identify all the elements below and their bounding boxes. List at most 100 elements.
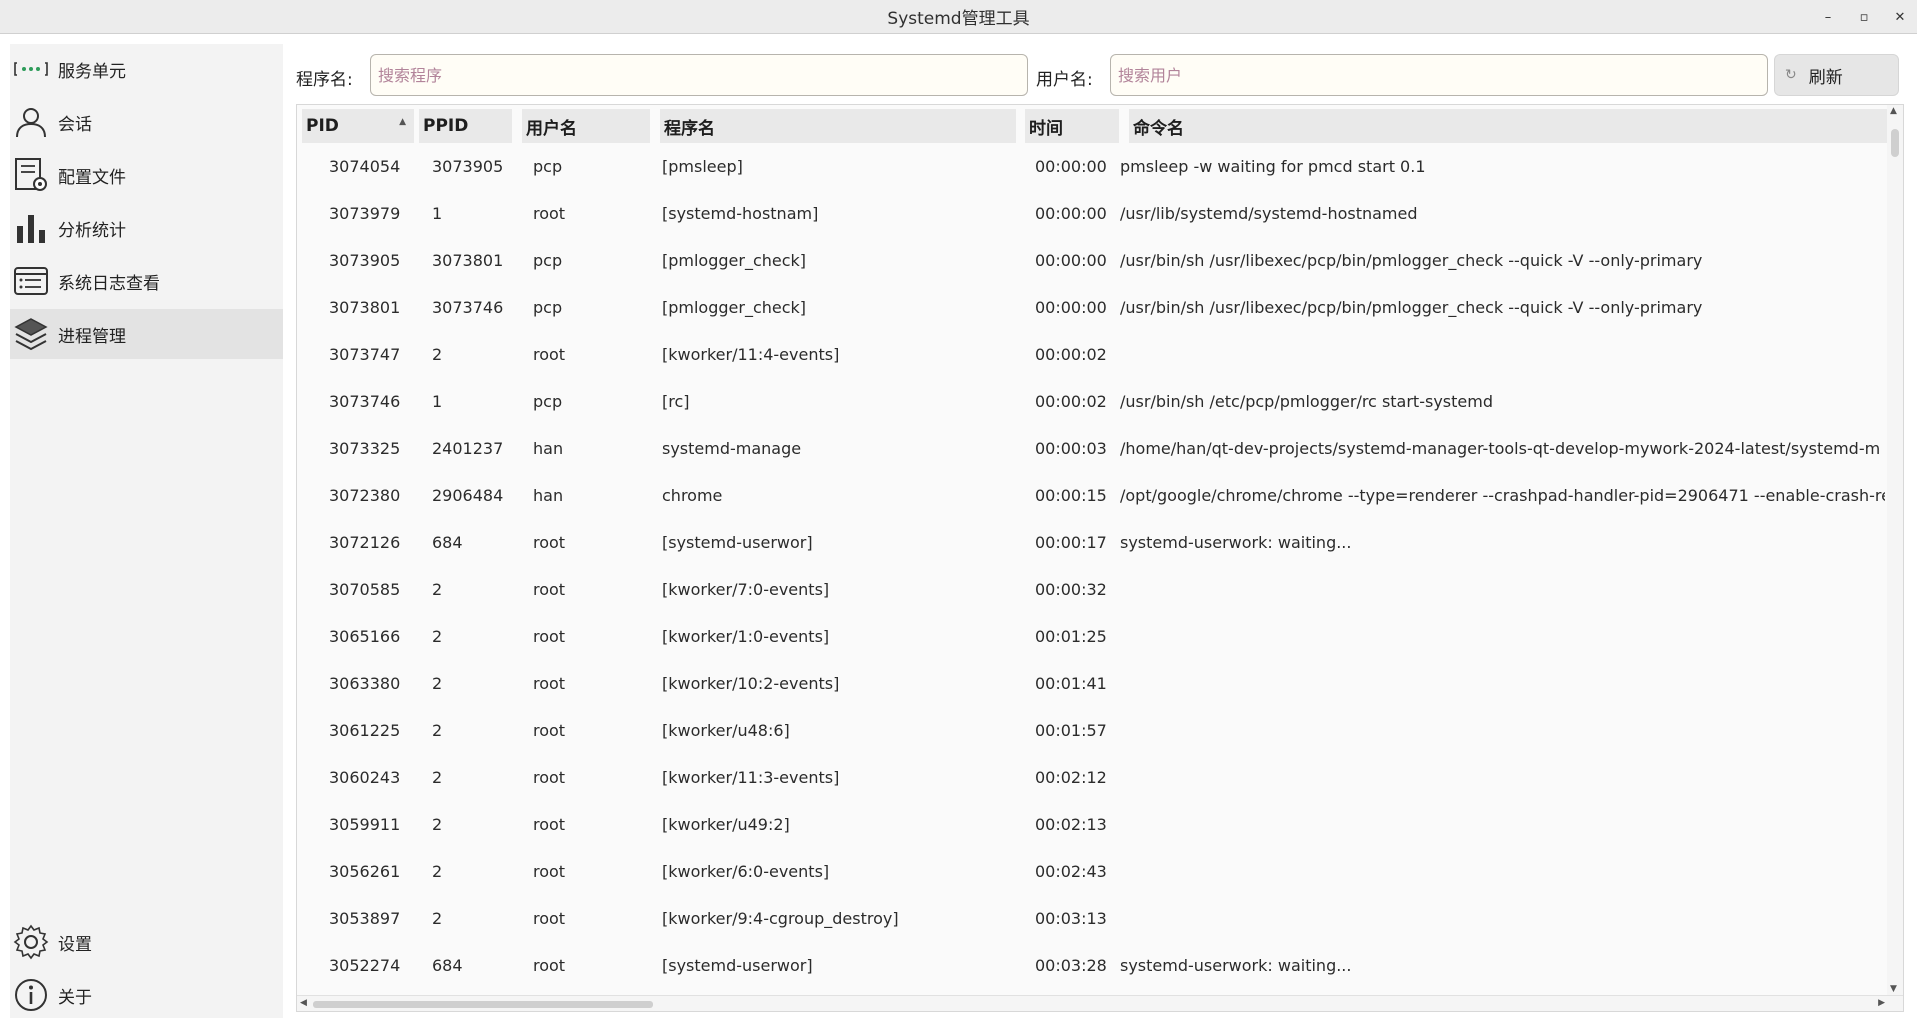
cell-program: chrome	[662, 486, 723, 505]
cell-pid: 3072380	[329, 486, 401, 505]
column-header-username[interactable]: 用户名	[522, 109, 650, 143]
cell-ppid: 2401237	[432, 439, 504, 458]
table-row[interactable]: 3065166 2 root [kworker/1:0-events] 00:01:25	[297, 613, 1887, 660]
sidebar-item-analytics[interactable]: 分析统计	[10, 203, 283, 253]
table-row[interactable]: 3072126 684 root [systemd-userwor] 00:00:17 s…	[297, 519, 1887, 566]
cell-pid: 3073325	[329, 439, 401, 458]
sidebar-item-system-log[interactable]: 系统日志查看	[10, 256, 283, 306]
table-row[interactable]: 3073801 3073746 pcp [pmlogger_check] 00:00:0…	[297, 284, 1887, 331]
horizontal-scrollbar[interactable]: ◀ ▶	[297, 995, 1903, 1011]
cell-time: 00:02:43	[1035, 862, 1107, 881]
table-row[interactable]: 3072380 2906484 han chrome 00:00:15/opt/goog…	[297, 472, 1887, 519]
cell-program: [kworker/11:4-events]	[662, 345, 840, 364]
window-controls: – ▫ ✕	[1821, 0, 1907, 34]
cell-username: root	[533, 956, 566, 975]
table-row[interactable]: 3073979 1 root [systemd-hostnam] 00:00:00/us…	[297, 190, 1887, 237]
sidebar-item-sessions[interactable]: 会话	[10, 97, 283, 147]
sidebar-item-about[interactable]: 关于	[10, 970, 283, 1020]
sidebar-item-label: 会话	[58, 114, 92, 135]
cell-pid: 3073801	[329, 298, 401, 317]
table-row[interactable]: 3063380 2 root [kworker/10:2-events] 00:01:4…	[297, 660, 1887, 707]
vertical-scroll-thumb[interactable]	[1891, 129, 1899, 157]
gear-icon	[12, 923, 50, 961]
sidebar: 服务单元 会话 配置文件 分析统计 系统日志查看 进程管理 设置 关于	[10, 44, 283, 1018]
close-button[interactable]: ✕	[1893, 10, 1907, 25]
cell-username: root	[533, 533, 566, 552]
column-header-label: 程序名	[664, 118, 715, 139]
cell-pid: 3061225	[329, 721, 401, 740]
cell-program: [pmlogger_check]	[662, 251, 807, 270]
cell-pid: 3065166	[329, 627, 401, 646]
cell-time: 00:01:41	[1035, 674, 1107, 693]
cell-username: han	[533, 486, 564, 505]
cell-username: root	[533, 345, 566, 364]
column-header-command[interactable]: 命令名	[1129, 109, 1887, 143]
vertical-scrollbar[interactable]: ▲ ▼	[1887, 105, 1903, 995]
cell-ppid: 2	[432, 768, 443, 787]
cell-ppid: 2	[432, 627, 443, 646]
cell-ppid: 2906484	[432, 486, 504, 505]
cell-command: /usr/lib/systemd/systemd-hostnamed	[1120, 204, 1418, 223]
cell-time: 00:00:00	[1035, 298, 1107, 317]
refresh-icon: ↻	[1785, 67, 1797, 83]
column-header-program[interactable]: 程序名	[660, 109, 1016, 143]
sidebar-item-settings[interactable]: 设置	[10, 917, 283, 967]
cell-ppid: 2	[432, 674, 443, 693]
table-row[interactable]: 3059911 2 root [kworker/u49:2] 00:02:13	[297, 801, 1887, 848]
sidebar-item-service-units[interactable]: 服务单元	[10, 44, 283, 94]
scroll-left-arrow[interactable]: ◀	[300, 998, 307, 1008]
column-header-pid[interactable]: PID ▲	[302, 109, 414, 143]
config-file-icon	[12, 156, 50, 194]
info-icon	[12, 976, 50, 1014]
column-header-label: 命令名	[1133, 118, 1184, 139]
sidebar-item-label: 系统日志查看	[58, 273, 160, 294]
cell-pid: 3073747	[329, 345, 401, 364]
table-row[interactable]: 3070585 2 root [kworker/7:0-events] 00:00:32	[297, 566, 1887, 613]
minimize-button[interactable]: –	[1821, 10, 1835, 25]
cell-ppid: 2	[432, 345, 443, 364]
column-header-time[interactable]: 时间	[1025, 109, 1119, 143]
cell-program: [systemd-userwor]	[662, 956, 813, 975]
program-search-input[interactable]	[370, 54, 1028, 96]
user-name-label: 用户名:	[1036, 70, 1093, 90]
table-row[interactable]: 3073905 3073801 pcp [pmlogger_check] 00:00:0…	[297, 237, 1887, 284]
table-row[interactable]: 3074054 3073905 pcp [pmsleep] 00:00:00 pmslee…	[297, 143, 1887, 190]
cell-command	[1120, 331, 1885, 378]
cell-ppid: 3073746	[432, 298, 504, 317]
program-name-label: 程序名:	[296, 70, 353, 90]
cell-pid: 3072126	[329, 533, 401, 552]
table-row[interactable]: 3056261 2 root [kworker/6:0-events] 00:02:43	[297, 848, 1887, 895]
cell-program: [kworker/7:0-events]	[662, 580, 830, 599]
cell-username: pcp	[533, 251, 563, 270]
sidebar-item-label: 服务单元	[58, 61, 126, 82]
table-row[interactable]: 3073325 2401237 han systemd-manage 00:00:03 /…	[297, 425, 1887, 472]
cell-time: 00:00:03	[1035, 439, 1107, 458]
scroll-right-arrow[interactable]: ▶	[1878, 998, 1885, 1008]
horizontal-scroll-thumb[interactable]	[313, 1001, 653, 1008]
maximize-button[interactable]: ▫	[1857, 10, 1871, 25]
table-row[interactable]: 3073746 1 pcp [rc] 00:00:02/usr/bin/sh /etc/…	[297, 378, 1887, 425]
refresh-button[interactable]: ↻ 刷新	[1774, 54, 1899, 96]
cell-program: systemd-manage	[662, 439, 802, 458]
table-row[interactable]: 3053897 2 root [kworker/9:4-cgroup_destroy]…	[297, 895, 1887, 942]
cell-program: [systemd-userwor]	[662, 533, 813, 552]
cell-time: 00:01:57	[1035, 721, 1107, 740]
column-header-label: PID	[306, 116, 339, 136]
cell-program: [pmlogger_check]	[662, 298, 807, 317]
cell-pid: 3073979	[329, 204, 401, 223]
user-search-input[interactable]	[1110, 54, 1768, 96]
cell-pid: 3074054	[329, 157, 401, 176]
table-row[interactable]: 3060243 2 root [kworker/11:3-events] 00:02:1…	[297, 754, 1887, 801]
scroll-down-arrow[interactable]: ▼	[1890, 984, 1897, 994]
sidebar-item-process-management[interactable]: 进程管理	[10, 309, 283, 359]
cell-pid: 3053897	[329, 909, 401, 928]
column-header-ppid[interactable]: PPID	[419, 109, 512, 143]
sidebar-item-config-files[interactable]: 配置文件	[10, 150, 283, 200]
sort-ascending-icon: ▲	[399, 117, 406, 127]
table-row[interactable]: 3073747 2 root [kworker/11:4-events] 00:00:0…	[297, 331, 1887, 378]
table-row[interactable]: 3061225 2 root [kworker/u48:6] 00:01:57	[297, 707, 1887, 754]
cell-username: han	[533, 439, 564, 458]
table-row[interactable]: 3052274 684 root [systemd-userwor] 00:03:28 s…	[297, 942, 1887, 989]
cell-time: 00:02:13	[1035, 815, 1107, 834]
scroll-up-arrow[interactable]: ▲	[1890, 106, 1897, 116]
